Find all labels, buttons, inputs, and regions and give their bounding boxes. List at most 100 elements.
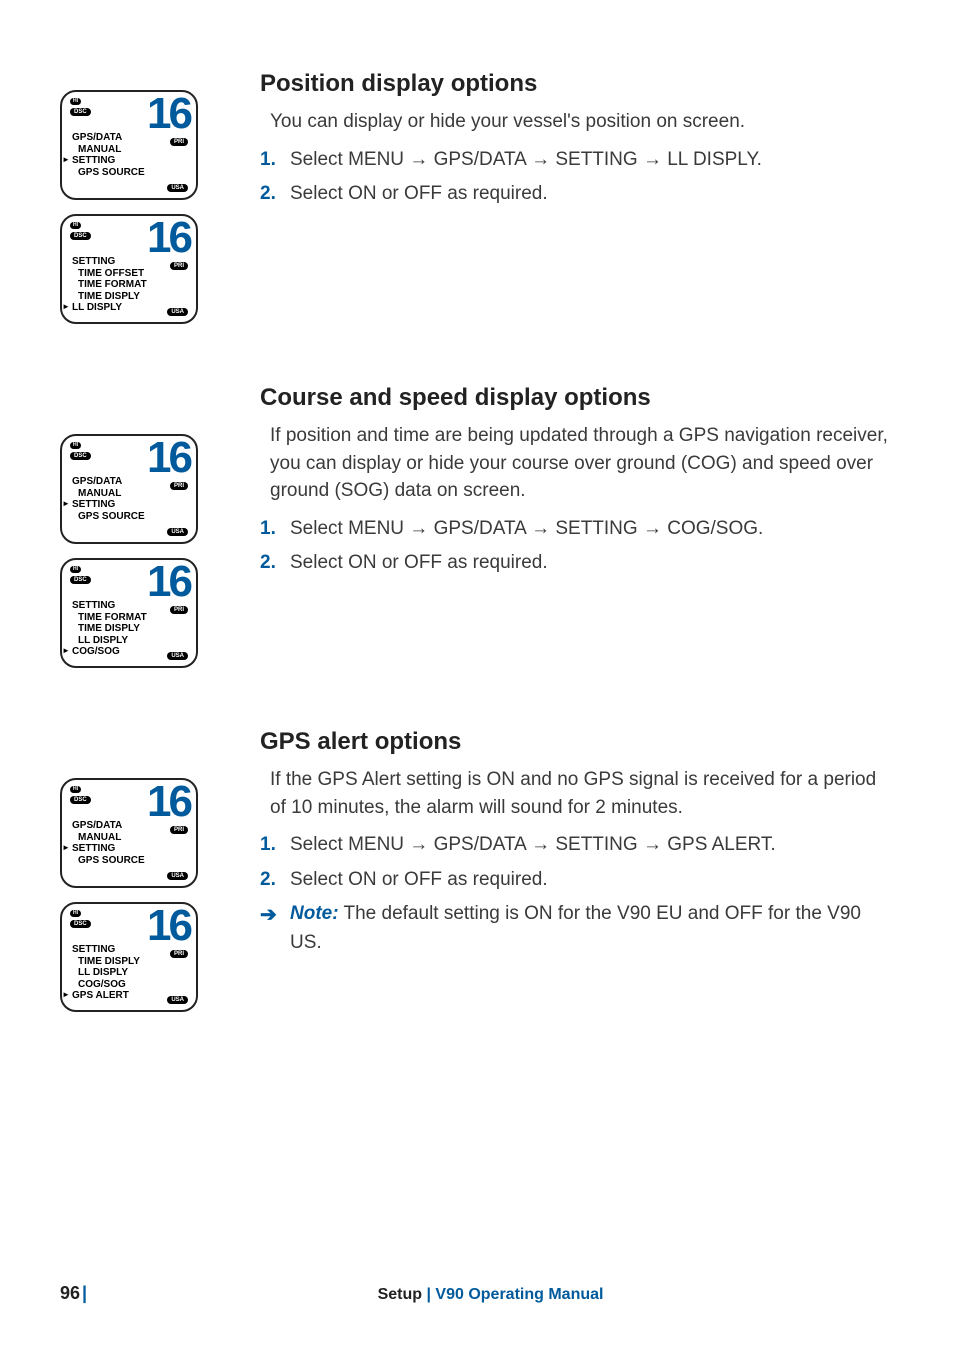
footer-center: Setup | V90 Operating Manual [87,1286,894,1304]
screens-col: HI DSC 16 PRI USA GPS/DATA MANUAL SETTIN… [60,384,260,668]
menu-line: MANUAL [70,832,145,844]
note-body: Note: The default setting is ON for the … [290,900,894,957]
content-col: Position display options You can display… [260,70,894,215]
channel-number: 16 [147,780,190,824]
step-number: 2. [260,866,290,895]
menu-line-selected: COG/SOG [70,646,147,658]
step-text: Select ON or OFF as required. [290,866,894,895]
menu-lines: GPS/DATA MANUAL SETTING GPS SOURCE [70,476,145,522]
menu-line: TIME DISPLY [70,956,140,968]
content-col: Course and speed display options If posi… [260,384,894,584]
step-text: Select ON or OFF as required. [290,549,894,578]
screens-col: HI DSC 16 PRI USA GPS/DATA MANUAL SETTIN… [60,728,260,1012]
hi-badge: HI [70,222,81,229]
step-number: 2. [260,180,290,209]
top-icons: HI DSC [70,786,91,804]
top-icons: HI DSC [70,566,91,584]
menu-line-selected: GPS ALERT [70,990,140,1002]
pri-badge: PRI [170,138,188,146]
pri-badge: PRI [170,606,188,614]
menu-line: TIME DISPLY [70,291,147,303]
usa-badge: USA [167,872,188,880]
menu-line: TIME DISPLY [70,623,147,635]
step-number: 1. [260,146,290,175]
hi-badge: HI [70,442,81,449]
content-col: GPS alert options If the GPS Alert setti… [260,728,894,957]
hi-badge: HI [70,786,81,793]
step-text: Select MENU → GPS/DATA → SETTING → GPS A… [290,831,894,860]
note-text: The default setting is ON for the V90 EU… [290,903,861,953]
usa-badge: USA [167,996,188,1004]
footer-section: Setup [378,1286,422,1303]
menu-line: LL DISPLY [70,967,140,979]
top-icons: HI DSC [70,98,91,116]
dsc-badge: DSC [70,232,91,240]
screen-setting-lldisply: HI DSC 16 PRI USA SETTING TIME OFFSET TI… [60,214,198,324]
section-gpsalert: HI DSC 16 PRI USA GPS/DATA MANUAL SETTIN… [60,728,894,1012]
page-number: 96 [60,1283,80,1304]
menu-line: SETTING [70,600,147,612]
step-text: Select ON or OFF as required. [290,180,894,209]
menu-line: TIME FORMAT [70,612,147,624]
dsc-badge: DSC [70,108,91,116]
menu-line: LL DISPLY [70,635,147,647]
menu-line-selected: LL DISPLY [70,302,147,314]
section-heading: Position display options [260,70,894,98]
menu-line: MANUAL [70,144,145,156]
screen-setting-gpsalert: HI DSC 16 PRI USA SETTING TIME DISPLY LL… [60,902,198,1012]
menu-line: GPS SOURCE [70,167,145,179]
step-text: Select MENU → GPS/DATA → SETTING → COG/S… [290,515,894,544]
menu-line: COG/SOG [70,979,140,991]
footer-manual: V90 Operating Manual [435,1286,603,1303]
menu-line-selected: SETTING [70,155,145,167]
screen-setting-cogsog: HI DSC 16 PRI USA SETTING TIME FORMAT TI… [60,558,198,668]
menu-line: SETTING [70,256,147,268]
section-course: HI DSC 16 PRI USA GPS/DATA MANUAL SETTIN… [60,384,894,668]
menu-line: GPS SOURCE [70,855,145,867]
usa-badge: USA [167,528,188,536]
hi-badge: HI [70,910,81,917]
hi-badge: HI [70,98,81,105]
pri-badge: PRI [170,826,188,834]
screen-gpsdata-setting: HI DSC 16 PRI USA GPS/DATA MANUAL SETTIN… [60,778,198,888]
pri-badge: PRI [170,482,188,490]
channel-number: 16 [147,904,190,948]
step-number: 2. [260,549,290,578]
screen-gpsdata-setting: HI DSC 16 PRI USA GPS/DATA MANUAL SETTIN… [60,434,198,544]
hi-badge: HI [70,566,81,573]
menu-line-selected: SETTING [70,499,145,511]
screens-col: HI DSC 16 PRI USA GPS/DATA MANUAL SETTIN… [60,70,260,324]
section-heading: Course and speed display options [260,384,894,412]
footer-sep: | [422,1286,435,1303]
usa-badge: USA [167,184,188,192]
menu-line: MANUAL [70,488,145,500]
top-icons: HI DSC [70,442,91,460]
channel-number: 16 [147,436,190,480]
dsc-badge: DSC [70,920,91,928]
step-number: 1. [260,831,290,860]
channel-number: 16 [147,216,190,260]
dsc-badge: DSC [70,452,91,460]
menu-lines: GPS/DATA MANUAL SETTING GPS SOURCE [70,820,145,866]
section-intro: You can display or hide your vessel's po… [260,108,894,136]
usa-badge: USA [167,652,188,660]
menu-line-selected: SETTING [70,843,145,855]
note-label: Note: [290,903,339,924]
menu-lines: SETTING TIME FORMAT TIME DISPLY LL DISPL… [70,600,147,658]
step-row: 1. Select MENU → GPS/DATA → SETTING → GP… [260,831,894,860]
menu-line: SETTING [70,944,140,956]
menu-line: GPS SOURCE [70,511,145,523]
section-heading: GPS alert options [260,728,894,756]
menu-line: GPS/DATA [70,132,145,144]
step-row: 2. Select ON or OFF as required. [260,549,894,578]
menu-line: TIME OFFSET [70,268,147,280]
pri-badge: PRI [170,262,188,270]
channel-number: 16 [147,560,190,604]
channel-number: 16 [147,92,190,136]
dsc-badge: DSC [70,796,91,804]
section-position: HI DSC 16 PRI USA GPS/DATA MANUAL SETTIN… [60,70,894,324]
menu-lines: GPS/DATA MANUAL SETTING GPS SOURCE [70,132,145,178]
section-intro: If the GPS Alert setting is ON and no GP… [260,766,894,821]
usa-badge: USA [167,308,188,316]
step-row: 2. Select ON or OFF as required. [260,180,894,209]
